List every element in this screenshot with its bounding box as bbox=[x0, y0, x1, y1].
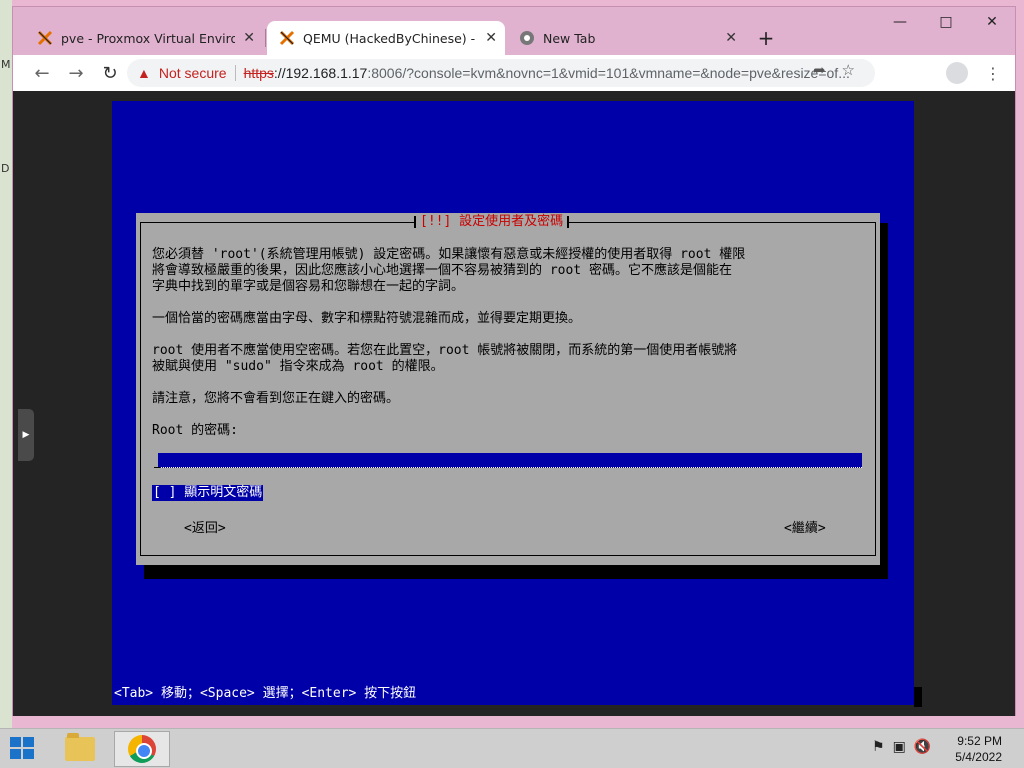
back-button[interactable]: <返回> bbox=[184, 517, 226, 536]
menu-kebab-icon[interactable]: ⋮ bbox=[979, 59, 1007, 87]
tab-separator bbox=[265, 29, 266, 47]
desktop-glyph-m: M bbox=[1, 58, 11, 71]
windows-start-icon[interactable] bbox=[10, 737, 36, 761]
dialog-title: [!!] 設定使用者及密碼 bbox=[413, 213, 570, 231]
close-window-icon[interactable]: ✕ bbox=[969, 7, 1015, 37]
reload-icon[interactable]: ↻ bbox=[93, 56, 127, 90]
paragraph-root-warning: 您必須替 'root'(系統管理用帳號) 設定密碼。如果讓懷有惡意或未經授權的使… bbox=[152, 247, 746, 294]
paragraph-hidden-input: 請注意，您將不會看到您正在鍵入的密碼。 bbox=[152, 391, 400, 406]
chrome-taskbar-icon[interactable] bbox=[114, 731, 170, 767]
omnibox-actions: ➦ ☆ bbox=[813, 61, 855, 79]
warning-icon: ▲ bbox=[137, 65, 151, 81]
close-tab-icon[interactable]: ✕ bbox=[725, 30, 737, 46]
toolbar-right: ⋮ bbox=[943, 59, 1007, 87]
minimize-icon[interactable]: — bbox=[877, 7, 923, 37]
installer-status-line: <Tab> 移動；<Space> 選擇；<Enter> 按下按鈕 bbox=[114, 686, 417, 701]
installer-dialog: [!!] 設定使用者及密碼 您必須替 'root'(系統管理用帳號) 設定密碼。… bbox=[136, 213, 880, 565]
proxmox-icon bbox=[279, 30, 295, 46]
clock-date: 5/4/2022 bbox=[955, 750, 1002, 764]
maximize-icon[interactable]: □ bbox=[923, 7, 969, 37]
forward-arrow-icon[interactable]: → bbox=[59, 56, 93, 90]
network-icon[interactable]: ▣ bbox=[893, 739, 906, 755]
paragraph-password-advice: 一個恰當的密碼應當由字母、數字和標點符號混雜而成，並得要定期更換。 bbox=[152, 311, 582, 326]
continue-button[interactable]: <繼續> bbox=[784, 517, 826, 536]
tab-new-tab[interactable]: New Tab ✕ bbox=[507, 21, 745, 55]
novnc-sidebar-handle[interactable]: ▶ bbox=[18, 409, 34, 461]
chrome-icon bbox=[519, 30, 535, 46]
back-arrow-icon[interactable]: ← bbox=[25, 56, 59, 90]
clock[interactable]: 9:52 PM 5/4/2022 bbox=[955, 733, 1002, 765]
show-password-checkbox[interactable]: [ ] 顯示明文密碼 bbox=[152, 485, 264, 501]
taskbar: ⚑ ▣ 🔇 9:52 PM 5/4/2022 bbox=[0, 728, 1024, 768]
address-bar[interactable]: ▲ Not secure https ://192.168.1.17 :8006… bbox=[127, 59, 875, 87]
window-controls: — □ ✕ bbox=[877, 7, 1015, 37]
vm-console-screen[interactable]: [!!] 設定使用者及密碼 您必須替 'root'(系統管理用帳號) 設定密碼。… bbox=[112, 101, 922, 707]
bookmark-star-icon[interactable]: ☆ bbox=[842, 61, 855, 79]
tab-proxmox[interactable]: pve - Proxmox Virtual Environme ✕ bbox=[25, 21, 263, 55]
tab-qemu-console[interactable]: QEMU (HackedByChinese) - noVN ✕ bbox=[267, 21, 505, 55]
url-host: ://192.168.1.17 bbox=[273, 65, 368, 81]
new-tab-button[interactable]: + bbox=[751, 23, 781, 53]
paragraph-empty-password: root 使用者不應當使用空密碼。若您在此置空，root 帳號將被關閉，而系統的… bbox=[152, 343, 738, 374]
proxmox-icon bbox=[37, 30, 53, 46]
status-shadow bbox=[914, 687, 922, 707]
clock-time: 9:52 PM bbox=[957, 734, 1002, 748]
share-icon[interactable]: ➦ bbox=[813, 61, 826, 79]
tab-label: New Tab bbox=[543, 30, 596, 46]
desktop-edge: M D bbox=[0, 0, 12, 728]
root-password-input[interactable] bbox=[154, 453, 862, 468]
tab-label: pve - Proxmox Virtual Environme bbox=[61, 30, 235, 46]
text-cursor bbox=[154, 467, 160, 468]
tab-label: QEMU (HackedByChinese) - noVN bbox=[303, 30, 477, 46]
file-explorer-icon[interactable] bbox=[52, 731, 108, 767]
system-tray: ⚑ ▣ 🔇 bbox=[872, 739, 931, 755]
volume-muted-icon[interactable]: 🔇 bbox=[914, 739, 931, 755]
password-label: Root 的密碼: bbox=[152, 423, 238, 438]
desktop-glyph-d: D bbox=[1, 162, 10, 175]
novnc-viewport: ▶ [!!] 設定使用者及密碼 您必須替 'root'(系統管理用帳號) 設定密… bbox=[13, 91, 1015, 716]
url-path: :8006/?console=kvm&novnc=1&vmid=101&vmna… bbox=[367, 65, 850, 81]
close-tab-icon[interactable]: ✕ bbox=[485, 30, 497, 46]
browser-toolbar: ← → ↻ ▲ Not secure https ://192.168.1.17… bbox=[13, 55, 1015, 91]
divider bbox=[234, 65, 236, 81]
close-tab-icon[interactable]: ✕ bbox=[243, 30, 255, 46]
browser-window: — □ ✕ pve - Proxmox Virtual Environme ✕ … bbox=[12, 6, 1016, 716]
security-status[interactable]: Not secure bbox=[159, 65, 227, 81]
url-scheme: https bbox=[243, 65, 274, 81]
action-center-flag-icon[interactable]: ⚑ bbox=[872, 739, 885, 755]
profile-avatar[interactable] bbox=[943, 59, 971, 87]
